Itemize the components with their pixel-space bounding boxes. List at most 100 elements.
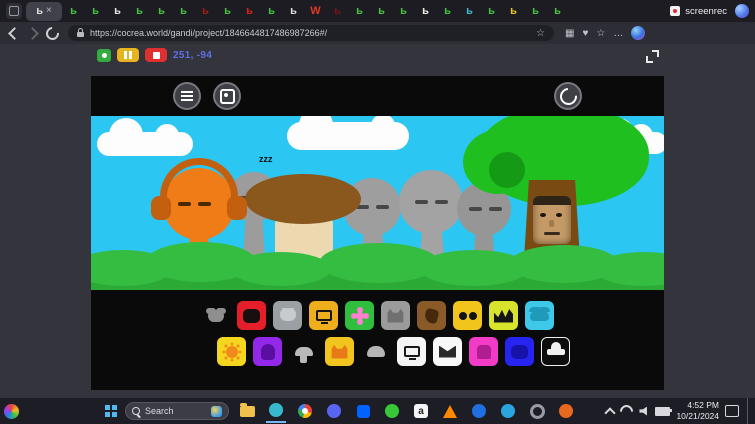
browser-tab[interactable]: ь ×	[129, 2, 150, 21]
more-menu-icon[interactable]: …	[613, 28, 623, 39]
start-button[interactable]	[105, 405, 117, 417]
tray-overflow-icon[interactable]	[605, 407, 616, 418]
browser-tab[interactable]: ь ×	[371, 2, 392, 21]
url-text[interactable]: https://cocrea.world/gandi/project/18466…	[90, 28, 530, 38]
recorder-camera-button[interactable]	[97, 49, 111, 62]
favorites-icon[interactable]: ☆	[596, 28, 605, 39]
browser-tab[interactable]: ь ×	[503, 2, 524, 21]
taskbar-app-icon[interactable]	[527, 399, 547, 423]
sound-glyph	[423, 307, 439, 324]
sound-icon[interactable]	[253, 337, 282, 366]
browser-tab[interactable]: ь ×	[195, 2, 216, 21]
workspaces-glyph	[9, 6, 19, 16]
browser-tab[interactable]: W ×	[305, 2, 326, 21]
recorder-pause-button[interactable]	[117, 48, 139, 62]
restart-button[interactable]	[554, 82, 582, 110]
taskbar-app-icon[interactable]	[556, 399, 576, 423]
browser-tab[interactable]: ь ×	[239, 2, 260, 21]
recorder-stop-button[interactable]	[145, 48, 167, 62]
sound-row-1	[201, 301, 554, 330]
forward-icon[interactable]	[26, 27, 39, 40]
tree-face[interactable]	[533, 196, 571, 244]
sound-icon[interactable]	[417, 301, 446, 330]
back-icon[interactable]	[8, 27, 21, 40]
screenrec-widget[interactable]: screenrec	[670, 6, 727, 17]
sound-icon[interactable]	[325, 337, 354, 366]
sound-icon[interactable]	[289, 337, 318, 366]
sound-icon[interactable]	[237, 301, 266, 330]
workspaces-icon[interactable]	[6, 3, 22, 19]
taskbar-app-icon[interactable]	[382, 399, 402, 423]
show-desktop-button[interactable]	[747, 398, 751, 424]
taskbar-app-icon[interactable]	[498, 399, 518, 423]
battery-icon[interactable]	[655, 407, 670, 416]
sound-icon[interactable]	[453, 301, 482, 330]
sound-icon[interactable]	[397, 337, 426, 366]
menu-button[interactable]	[173, 82, 201, 110]
taskbar-app-icon[interactable]	[324, 399, 344, 423]
tab-close-icon[interactable]: ×	[46, 6, 52, 16]
browser-tab[interactable]: ь ×	[151, 2, 172, 21]
taskbar-clock[interactable]: 4:52 PM 10/21/2024	[676, 400, 719, 421]
sound-icon[interactable]	[361, 337, 390, 366]
browser-tab[interactable]: ь ×	[481, 2, 502, 21]
mushroom-cap[interactable]	[245, 174, 361, 224]
search-highlights-icon[interactable]	[211, 406, 222, 417]
browser-tab[interactable]: ь ×	[173, 2, 194, 21]
profile-avatar[interactable]	[631, 26, 645, 40]
browser-tab[interactable]: ь ×	[525, 2, 546, 21]
collapse-stage-icon[interactable]	[646, 50, 659, 63]
sound-icon[interactable]	[505, 337, 534, 366]
essentials-heart-icon[interactable]: ♥	[582, 28, 588, 39]
gray-character-head[interactable]	[399, 170, 463, 234]
sound-icon[interactable]	[489, 301, 518, 330]
taskbar-app-icon[interactable]	[266, 399, 286, 423]
browser-tab[interactable]: ь ×	[283, 2, 304, 21]
taskbar-app-icon[interactable]	[469, 399, 489, 423]
sound-icon[interactable]	[433, 337, 462, 366]
sound-icon[interactable]	[345, 301, 374, 330]
screen: ь × ь × ь × ь × ь	[0, 0, 755, 424]
sound-icon[interactable]	[273, 301, 302, 330]
tab-favicon: ь	[400, 6, 407, 17]
browser-tab[interactable]: ь ×	[349, 2, 370, 21]
browser-tab[interactable]: ь ×	[437, 2, 458, 21]
wifi-icon[interactable]	[618, 402, 636, 420]
lock-icon[interactable]	[77, 32, 84, 37]
sound-icon[interactable]	[525, 301, 554, 330]
browser-tab[interactable]: ь ×	[217, 2, 238, 21]
taskbar-app-icon[interactable]	[295, 399, 315, 423]
browser-tab[interactable]: ь ×	[327, 2, 348, 21]
extensions-icon[interactable]: ▦	[565, 28, 574, 39]
browser-tab[interactable]: ь ×	[107, 2, 128, 21]
refresh-icon[interactable]	[43, 24, 61, 42]
browser-tab[interactable]: ь ×	[261, 2, 282, 21]
address-bar[interactable]: https://cocrea.world/gandi/project/18466…	[68, 25, 554, 41]
taskbar-corner-widget-icon[interactable]	[4, 404, 19, 419]
taskbar-search[interactable]: Search	[125, 402, 229, 420]
favorite-star-icon[interactable]: ☆	[536, 28, 545, 39]
sound-icon[interactable]	[381, 301, 410, 330]
action-center-icon[interactable]	[725, 405, 739, 417]
pause-icon	[124, 51, 127, 59]
sound-icon[interactable]	[541, 337, 570, 366]
sound-icon[interactable]	[309, 301, 338, 330]
sound-icon[interactable]	[217, 337, 246, 366]
browser-tab[interactable]: ь ×	[547, 2, 568, 21]
sound-icon[interactable]	[201, 301, 230, 330]
character-select-button[interactable]	[213, 82, 241, 110]
sound-icon[interactable]	[469, 337, 498, 366]
browser-tab[interactable]: ь ×	[459, 2, 480, 21]
browser-tab[interactable]: ь ×	[26, 2, 62, 21]
browser-tab[interactable]: ь ×	[393, 2, 414, 21]
browser-tab[interactable]: ь ×	[63, 2, 84, 21]
taskbar-app-icon[interactable]	[237, 399, 257, 423]
sound-glyph	[367, 346, 385, 357]
volume-icon[interactable]	[639, 407, 649, 416]
copilot-icon[interactable]	[735, 4, 749, 18]
browser-tab[interactable]: ь ×	[415, 2, 436, 21]
browser-tab[interactable]: ь ×	[85, 2, 106, 21]
taskbar-app-icon[interactable]: a	[411, 399, 431, 423]
taskbar-app-icon[interactable]	[440, 399, 460, 423]
taskbar-app-icon[interactable]	[353, 399, 373, 423]
